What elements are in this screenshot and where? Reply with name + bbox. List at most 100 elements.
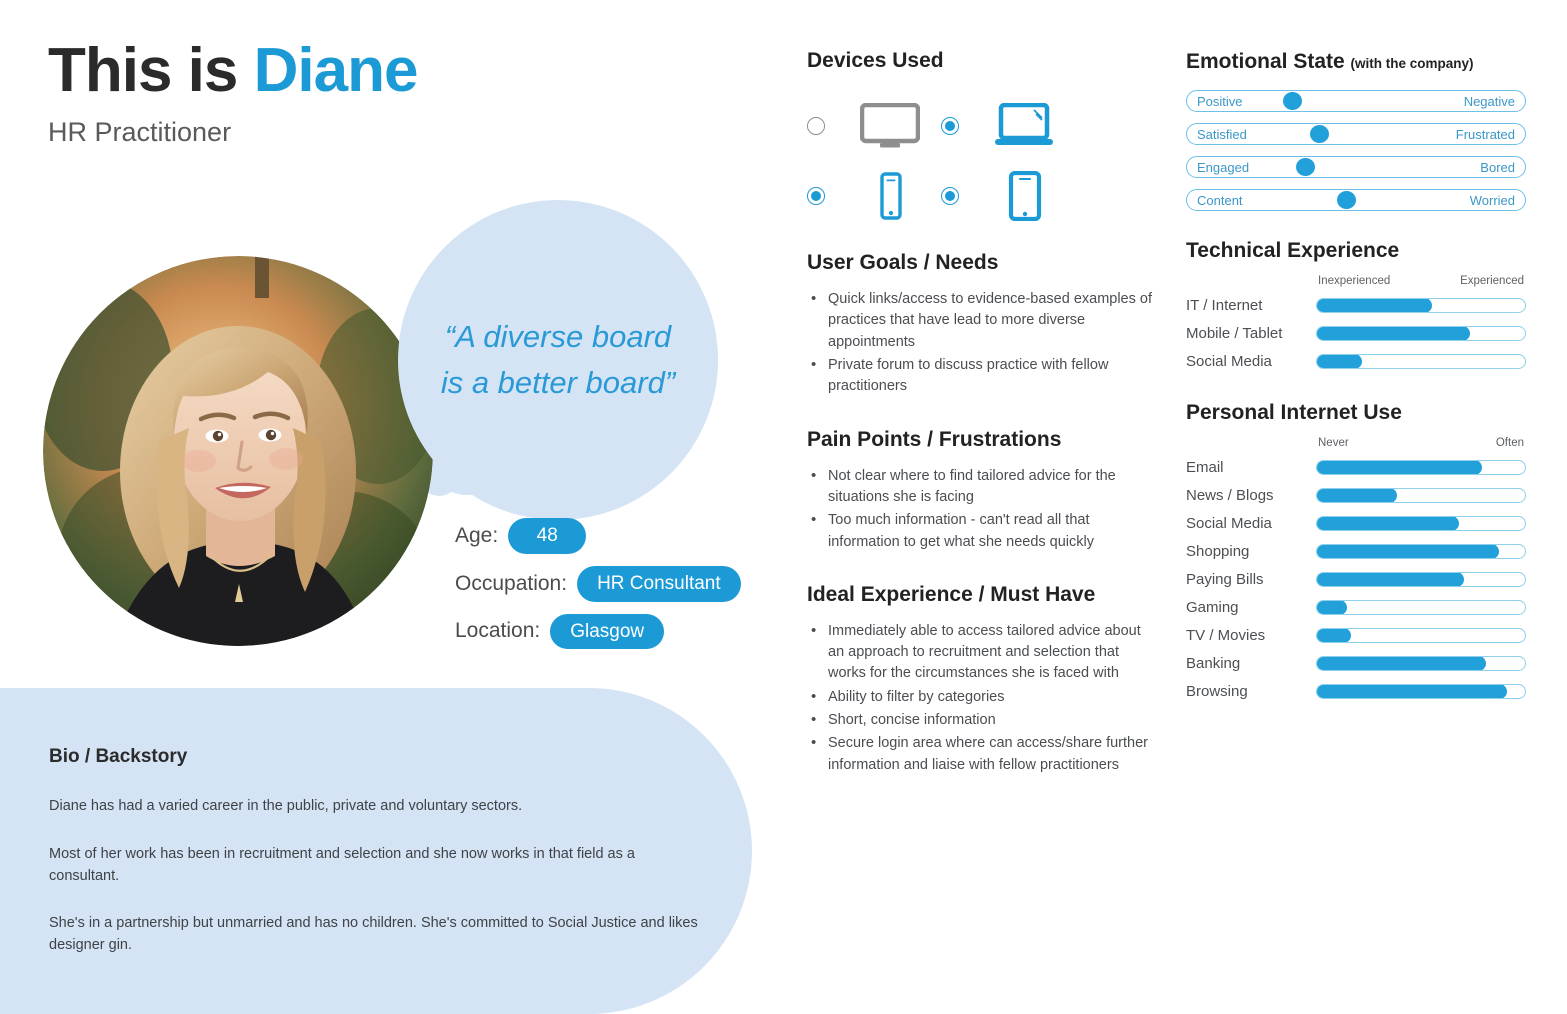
emotional-slider[interactable]: Positive Negative <box>1186 90 1526 112</box>
bar-track <box>1316 543 1526 559</box>
bio-paragraph: Diane has had a varied career in the pub… <box>49 798 523 814</box>
bar-row: Social Media <box>1186 509 1526 537</box>
bar-track <box>1316 353 1526 369</box>
slider-knob[interactable] <box>1336 191 1356 209</box>
slider-right-label: Negative <box>1463 94 1515 109</box>
slider-knob[interactable] <box>1309 125 1329 143</box>
bar-track <box>1316 487 1526 503</box>
pain-points-section-title: Pain Points / Frustrations <box>807 427 1062 451</box>
bar-label: News / Blogs <box>1186 486 1274 504</box>
device-option-phone[interactable] <box>807 171 941 221</box>
slider-left-label: Content <box>1197 193 1243 208</box>
tablet-icon <box>994 171 1054 221</box>
bar-fill <box>1317 656 1487 670</box>
bar-track <box>1316 515 1526 531</box>
ideal-experience-section-title: Ideal Experience / Must Have <box>807 582 1096 606</box>
bar-label: Mobile / Tablet <box>1186 324 1283 342</box>
bar-row: Gaming <box>1186 593 1526 621</box>
slider-knob[interactable] <box>1282 92 1302 110</box>
bio-paragraph: She's in a partnership but unmarried and… <box>49 915 698 953</box>
emotional-state-title: Emotional State <box>1186 50 1351 73</box>
attribute-value-age: 48 <box>508 518 587 554</box>
bar-row: Browsing <box>1186 677 1526 705</box>
ideal-experience-list: Immediately able to access tailored advi… <box>809 620 1157 776</box>
bar-label: IT / Internet <box>1186 296 1263 314</box>
persona-role: HR Practitioner <box>48 117 232 148</box>
bar-fill <box>1317 572 1464 586</box>
bar-row: Mobile / Tablet <box>1186 319 1526 347</box>
attribute-row-location: Location: Glasgow <box>455 613 741 650</box>
quote-text: “A diverse board is a better board” <box>440 319 676 400</box>
slider-right-label: Frustrated <box>1455 127 1515 142</box>
bar-fill <box>1317 488 1398 502</box>
bar-row: Banking <box>1186 649 1526 677</box>
persona-name: Diane <box>253 36 419 105</box>
slider-right-label: Bored <box>1480 160 1515 175</box>
list-item: Quick links/access to evidence-based exa… <box>809 288 1157 353</box>
radio-tablet[interactable] <box>941 187 959 205</box>
right-column: Emotional State (with the company) Posit… <box>1186 0 1526 705</box>
technical-experience-section-title: Technical Experience <box>1186 239 1400 262</box>
bio-content: Bio / Backstory Diane has had a varied c… <box>49 746 699 957</box>
bar-row: Paying Bills <box>1186 565 1526 593</box>
scale-left-label: Inexperienced <box>1318 275 1391 287</box>
device-option-laptop[interactable] <box>941 103 1075 149</box>
attribute-label: Location: <box>455 619 541 643</box>
bar-label: Browsing <box>1186 682 1248 700</box>
technical-experience-scale: Inexperienced Experienced <box>1186 275 1526 291</box>
page-title: This is Diane HR Practitioner <box>48 36 419 148</box>
bar-fill <box>1317 354 1362 368</box>
slider-left-label: Positive <box>1197 94 1243 109</box>
bar-fill <box>1317 460 1483 474</box>
persona-title: This is Diane <box>48 36 419 105</box>
bar-fill <box>1317 628 1352 642</box>
technical-experience-bars: IT / Internet Mobile / Tablet Social Med… <box>1186 291 1526 375</box>
radio-laptop[interactable] <box>941 117 959 135</box>
device-option-desktop[interactable] <box>807 103 941 149</box>
goals-list: Quick links/access to evidence-based exa… <box>809 288 1157 398</box>
device-option-tablet[interactable] <box>941 171 1075 221</box>
laptop-icon <box>994 103 1054 149</box>
avatar-photo <box>43 256 433 646</box>
goals-section-title: User Goals / Needs <box>807 251 999 274</box>
attribute-row-age: Age: 48 <box>455 518 741 554</box>
bar-row: Email <box>1186 453 1526 481</box>
slider-knob[interactable] <box>1296 158 1316 176</box>
scale-right-label: Often <box>1495 437 1524 449</box>
scale-right-label: Experienced <box>1460 275 1524 287</box>
title-prefix: This is <box>48 36 254 105</box>
bar-track <box>1316 297 1526 313</box>
radio-phone[interactable] <box>807 187 825 205</box>
bar-label: Social Media <box>1186 514 1272 532</box>
slider-left-label: Engaged <box>1197 160 1250 175</box>
bar-row: News / Blogs <box>1186 481 1526 509</box>
bar-row: TV / Movies <box>1186 621 1526 649</box>
bar-row: Social Media <box>1186 347 1526 375</box>
bio-title: Bio / Backstory <box>49 746 188 767</box>
left-column: Bio / Backstory Diane has had a varied c… <box>0 0 790 1014</box>
slider-left-label: Satisfied <box>1197 127 1247 142</box>
attribute-list: Age: 48 Occupation: HR Consultant Locati… <box>455 518 741 661</box>
attribute-label: Age: <box>455 523 499 547</box>
radio-desktop[interactable] <box>807 117 825 135</box>
emotional-state-subtitle: (with the company) <box>1350 56 1474 71</box>
bar-track <box>1316 627 1526 643</box>
attribute-value-occupation: HR Consultant <box>577 565 741 602</box>
scale-left-label: Never <box>1318 437 1349 449</box>
bar-fill <box>1317 684 1508 698</box>
list-item: Too much information - can't read all th… <box>809 509 1157 553</box>
emotional-slider[interactable]: Engaged Bored <box>1186 156 1526 178</box>
emotional-state-section-title: Emotional State (with the company) <box>1186 50 1526 74</box>
quote-bubble: “A diverse board is a better board” <box>398 200 718 520</box>
list-item: Immediately able to access tailored advi… <box>809 620 1157 685</box>
pain-points-list: Not clear where to find tailored advice … <box>809 465 1157 553</box>
bar-label: Shopping <box>1186 542 1250 560</box>
emotional-slider[interactable]: Content Worried <box>1186 189 1526 211</box>
devices-grid <box>807 103 1157 221</box>
emotional-slider[interactable]: Satisfied Frustrated <box>1186 123 1526 145</box>
desktop-monitor-icon <box>860 103 920 149</box>
bar-row: IT / Internet <box>1186 291 1526 319</box>
list-item: Not clear where to find tailored advice … <box>809 465 1157 509</box>
bar-label: Paying Bills <box>1186 570 1264 588</box>
bar-row: Shopping <box>1186 537 1526 565</box>
